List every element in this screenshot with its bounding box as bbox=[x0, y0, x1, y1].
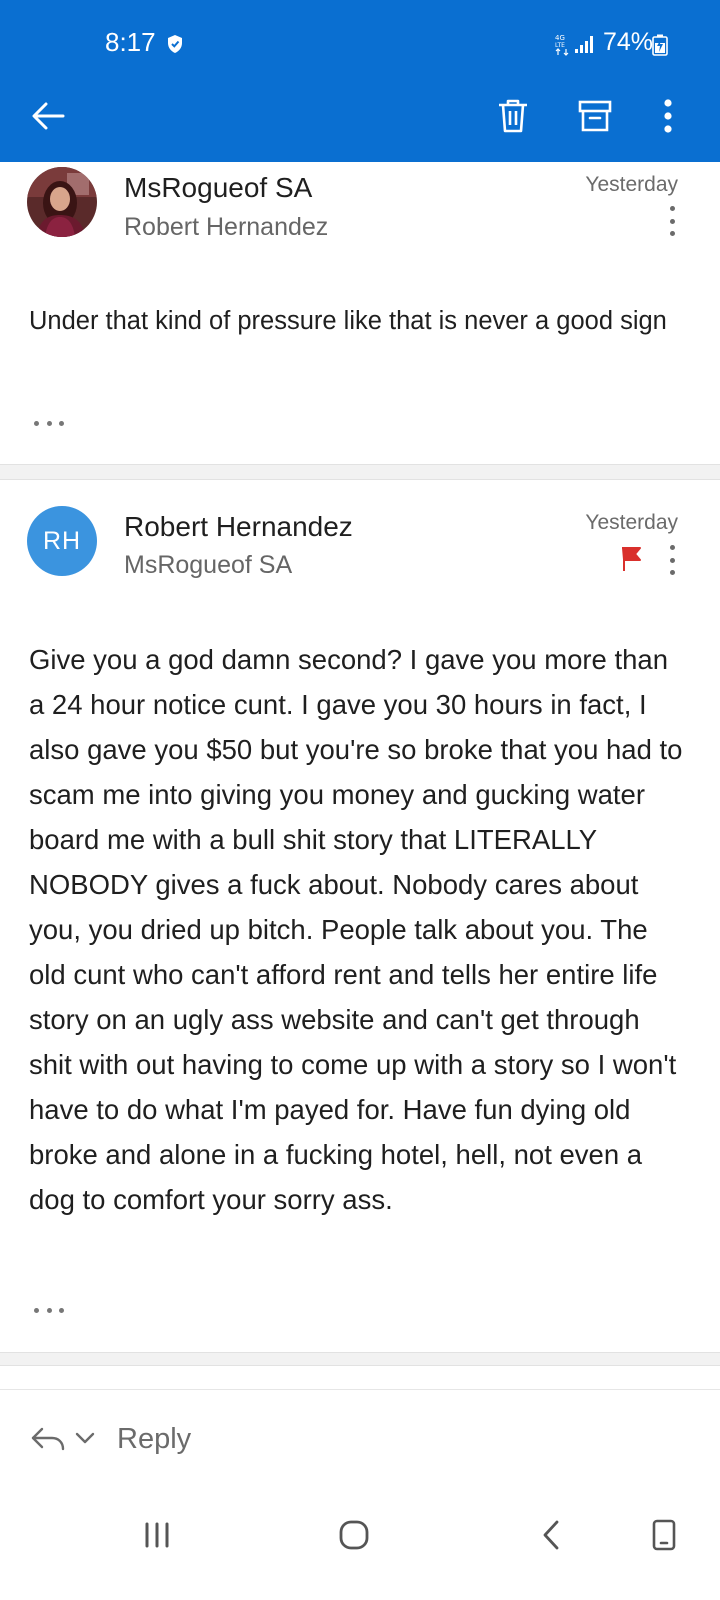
back-button[interactable] bbox=[24, 92, 72, 140]
reply-button[interactable]: Reply bbox=[117, 1423, 191, 1456]
message-more-button[interactable] bbox=[660, 543, 684, 577]
system-nav-bar bbox=[0, 1489, 720, 1600]
show-quoted-text-button[interactable] bbox=[34, 1306, 64, 1314]
avatar[interactable] bbox=[27, 167, 97, 237]
message-body: Give you a god damn second? I gave you m… bbox=[29, 644, 683, 1215]
home-button[interactable] bbox=[330, 1511, 378, 1559]
more-vertical-icon bbox=[669, 545, 675, 550]
sender-name: Robert Hernandez bbox=[124, 511, 353, 542]
rotate-icon bbox=[652, 1519, 676, 1551]
message-date: Yesterday bbox=[585, 173, 678, 196]
signal-icon bbox=[575, 36, 593, 53]
message-card[interactable]: RH Robert Hernandez MsRogueof SA Yesterd… bbox=[0, 480, 720, 1352]
divider bbox=[0, 1352, 720, 1366]
nav-back-icon bbox=[543, 1520, 559, 1550]
arrow-left-icon bbox=[32, 102, 65, 130]
battery-charging-icon bbox=[652, 34, 668, 56]
show-quoted-text-button[interactable] bbox=[34, 419, 64, 427]
status-time: 8:17 bbox=[105, 27, 156, 57]
divider bbox=[0, 464, 720, 480]
profile-photo bbox=[27, 167, 97, 237]
more-options-button[interactable] bbox=[644, 92, 692, 140]
avatar[interactable]: RH bbox=[27, 506, 97, 576]
message-date: Yesterday bbox=[585, 511, 678, 534]
message-body: Under that kind of pressure like that is… bbox=[29, 307, 667, 335]
status-bar: 8:17 4G LTE 74% bbox=[0, 0, 720, 88]
message-card[interactable]: MsRogueof SA Robert Hernandez Yesterday … bbox=[0, 162, 720, 464]
archive-button[interactable] bbox=[571, 92, 619, 140]
svg-text:LTE: LTE bbox=[555, 42, 565, 49]
network-lte-icon: 4G LTE bbox=[555, 34, 569, 56]
recipient-name: MsRogueof SA bbox=[124, 551, 293, 579]
sender-name: MsRogueof SA bbox=[124, 172, 313, 203]
delete-button[interactable] bbox=[489, 92, 537, 140]
home-icon bbox=[339, 1520, 369, 1550]
app-bar: 8:17 4G LTE 74% bbox=[0, 0, 720, 162]
more-vertical-icon bbox=[669, 206, 675, 211]
recents-button[interactable] bbox=[133, 1511, 181, 1559]
rotate-button[interactable] bbox=[640, 1511, 688, 1559]
chevron-down-icon[interactable] bbox=[74, 1428, 96, 1448]
reply-icon[interactable] bbox=[30, 1425, 66, 1453]
svg-text:4G: 4G bbox=[555, 34, 565, 42]
archive-icon bbox=[578, 100, 612, 132]
recents-icon bbox=[145, 1522, 169, 1548]
nav-back-button[interactable] bbox=[528, 1511, 576, 1559]
shield-icon bbox=[168, 35, 182, 53]
recipient-name: Robert Hernandez bbox=[124, 213, 329, 241]
flag-icon[interactable] bbox=[620, 546, 642, 572]
message-more-button[interactable] bbox=[660, 204, 684, 238]
battery-percent: 74% bbox=[603, 28, 654, 56]
more-vertical-icon bbox=[664, 99, 672, 133]
reply-bar: Reply bbox=[0, 1389, 720, 1489]
trash-icon bbox=[499, 99, 527, 133]
